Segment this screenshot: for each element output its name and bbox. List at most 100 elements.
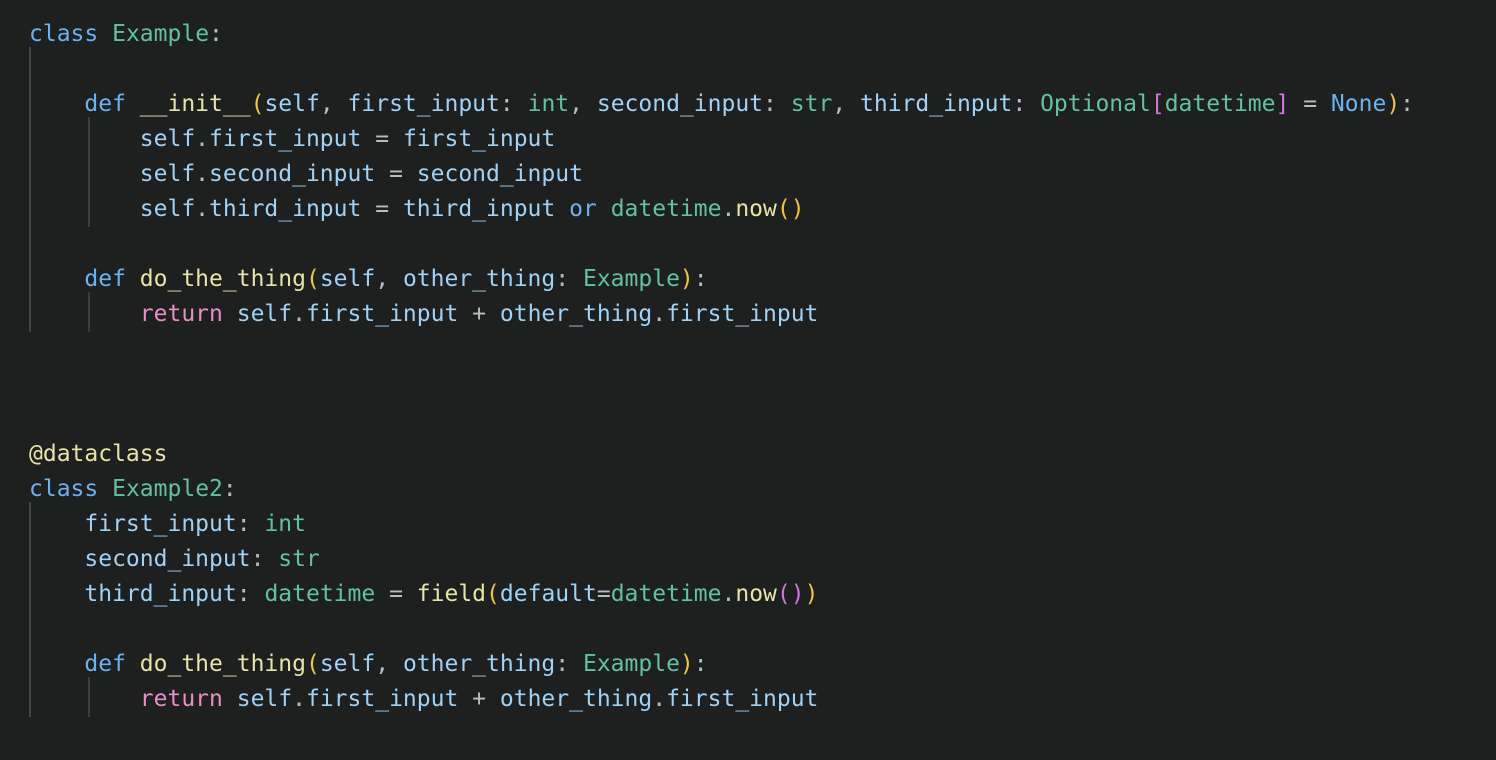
code-token: other_thing: [402, 266, 556, 292]
code-line[interactable]: third_input: datetime = field(default=da…: [29, 577, 1414, 612]
code-token: Optional: [1040, 91, 1151, 117]
code-token: class: [29, 476, 99, 502]
code-token: :: [1012, 91, 1027, 117]
code-token: .: [652, 301, 667, 327]
code-token: first_input: [666, 301, 819, 327]
code-token: (: [486, 581, 500, 607]
code-token: ,: [375, 651, 390, 677]
code-token: or: [569, 196, 597, 222]
code-line[interactable]: class Example:: [29, 17, 1414, 52]
code-token: =: [1303, 91, 1318, 117]
code-token: return: [139, 301, 223, 327]
code-token: :: [499, 91, 514, 117]
code-token: str: [790, 91, 833, 117]
code-token: int: [264, 511, 306, 537]
code-token: :: [763, 91, 777, 117]
code-token: =: [375, 196, 390, 222]
code-line[interactable]: def do_the_thing(self, other_thing: Exam…: [29, 647, 1414, 682]
code-line[interactable]: [29, 227, 1414, 262]
code-token: (: [305, 651, 320, 677]
code-token: ]: [1275, 91, 1290, 117]
code-token: .: [195, 126, 210, 152]
code-token: :: [693, 651, 708, 677]
code-token: self: [139, 126, 196, 152]
code-token: first_input: [305, 301, 459, 327]
code-line[interactable]: def do_the_thing(self, other_thing: Exam…: [29, 262, 1414, 297]
code-line[interactable]: [29, 52, 1414, 87]
code-token: =: [375, 126, 390, 152]
code-line[interactable]: return self.first_input + other_thing.fi…: [29, 682, 1414, 717]
code-token: third_input: [860, 91, 1013, 117]
code-token: return: [139, 686, 223, 712]
code-line[interactable]: return self.first_input + other_thing.fi…: [29, 297, 1414, 332]
code-line[interactable]: [29, 332, 1414, 367]
code-token: int: [527, 91, 570, 117]
code-token: second_input: [596, 91, 764, 117]
code-token: :: [236, 511, 251, 537]
code-token: ,: [319, 91, 334, 117]
code-line[interactable]: class Example2:: [29, 472, 1414, 507]
code-line[interactable]: [29, 402, 1414, 437]
code-token: field: [416, 581, 487, 607]
code-token: datetime: [264, 581, 376, 607]
code-token: .: [652, 686, 667, 712]
code-token: datetime: [610, 196, 722, 222]
code-line[interactable]: second_input: str: [29, 542, 1414, 577]
code-line[interactable]: def __init__(self, first_input: int, sec…: [29, 87, 1414, 122]
code-token: first_input: [402, 126, 556, 152]
code-line[interactable]: [29, 367, 1414, 402]
code-line[interactable]: @dataclass: [29, 437, 1414, 472]
code-token: None: [1330, 91, 1387, 117]
code-token: now: [735, 581, 777, 607]
code-token: second_input: [416, 161, 583, 187]
code-line[interactable]: self.third_input = third_input or dateti…: [29, 192, 1414, 227]
code-token: =: [596, 581, 611, 607]
code-token: (): [776, 581, 805, 607]
code-token: ): [804, 581, 819, 607]
code-token: @dataclass: [29, 441, 168, 467]
code-line[interactable]: [29, 717, 1414, 752]
code-token: :: [555, 651, 570, 677]
code-token: ): [679, 266, 694, 292]
code-token: __init__: [139, 91, 251, 117]
code-token: [: [1150, 91, 1165, 117]
code-token: datetime: [1164, 91, 1276, 117]
code-token: second_input: [84, 546, 251, 572]
code-token: first_input: [347, 91, 500, 117]
code-token: self: [236, 301, 293, 327]
code-token: :: [222, 476, 237, 502]
code-token: def: [84, 91, 126, 117]
code-token: +: [472, 301, 487, 327]
code-token: third_input: [84, 581, 237, 607]
code-token: self: [319, 651, 376, 677]
code-line[interactable]: self.second_input = second_input: [29, 157, 1414, 192]
code-token: .: [721, 196, 736, 222]
code-line[interactable]: first_input: int: [29, 507, 1414, 542]
code-content[interactable]: class Example: def __init__(self, first_…: [29, 17, 1414, 752]
code-token: datetime: [610, 581, 722, 607]
code-editor-surface[interactable]: class Example: def __init__(self, first_…: [0, 0, 1496, 760]
code-token: Example2: [112, 476, 223, 502]
code-line[interactable]: [29, 612, 1414, 647]
code-line[interactable]: self.first_input = first_input: [29, 122, 1414, 157]
